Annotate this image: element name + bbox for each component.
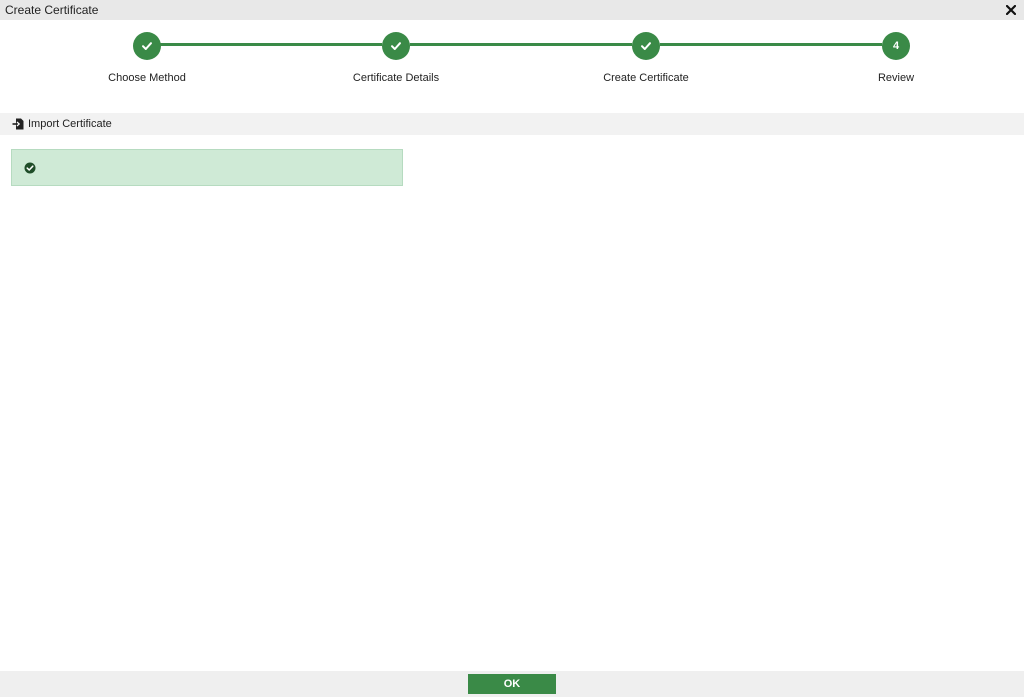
close-icon (1006, 5, 1016, 15)
checkmark-icon (641, 42, 651, 50)
step-3-label: Create Certificate (603, 72, 689, 84)
step-2-label: Certificate Details (352, 72, 440, 84)
success-message (11, 149, 403, 186)
step-connector (660, 43, 882, 46)
step-3-marker (632, 32, 660, 60)
section-title: Import Certificate (28, 118, 112, 130)
window-titlebar: Create Certificate (0, 0, 1024, 20)
step-2-marker (382, 32, 410, 60)
checkmark-icon (391, 42, 401, 50)
step-4-number: 4 (892, 40, 900, 52)
section-header: Import Certificate (0, 113, 1024, 135)
step-1-label: Choose Method (108, 72, 186, 84)
close-button[interactable] (1004, 3, 1018, 17)
step-connector (410, 43, 632, 46)
step-connector (160, 43, 382, 46)
step-4-label: Review (877, 72, 915, 84)
wizard-stepper: 4 Choose Method Certificate Details Crea… (0, 20, 1024, 113)
step-1-marker (133, 32, 161, 60)
checkmark-icon (142, 42, 152, 50)
window-title: Create Certificate (5, 3, 99, 17)
ok-button[interactable]: OK (468, 674, 556, 694)
dialog-footer: OK (0, 671, 1024, 697)
check-circle-icon (24, 162, 36, 174)
import-file-icon (12, 118, 24, 130)
step-4-marker: 4 (882, 32, 910, 60)
